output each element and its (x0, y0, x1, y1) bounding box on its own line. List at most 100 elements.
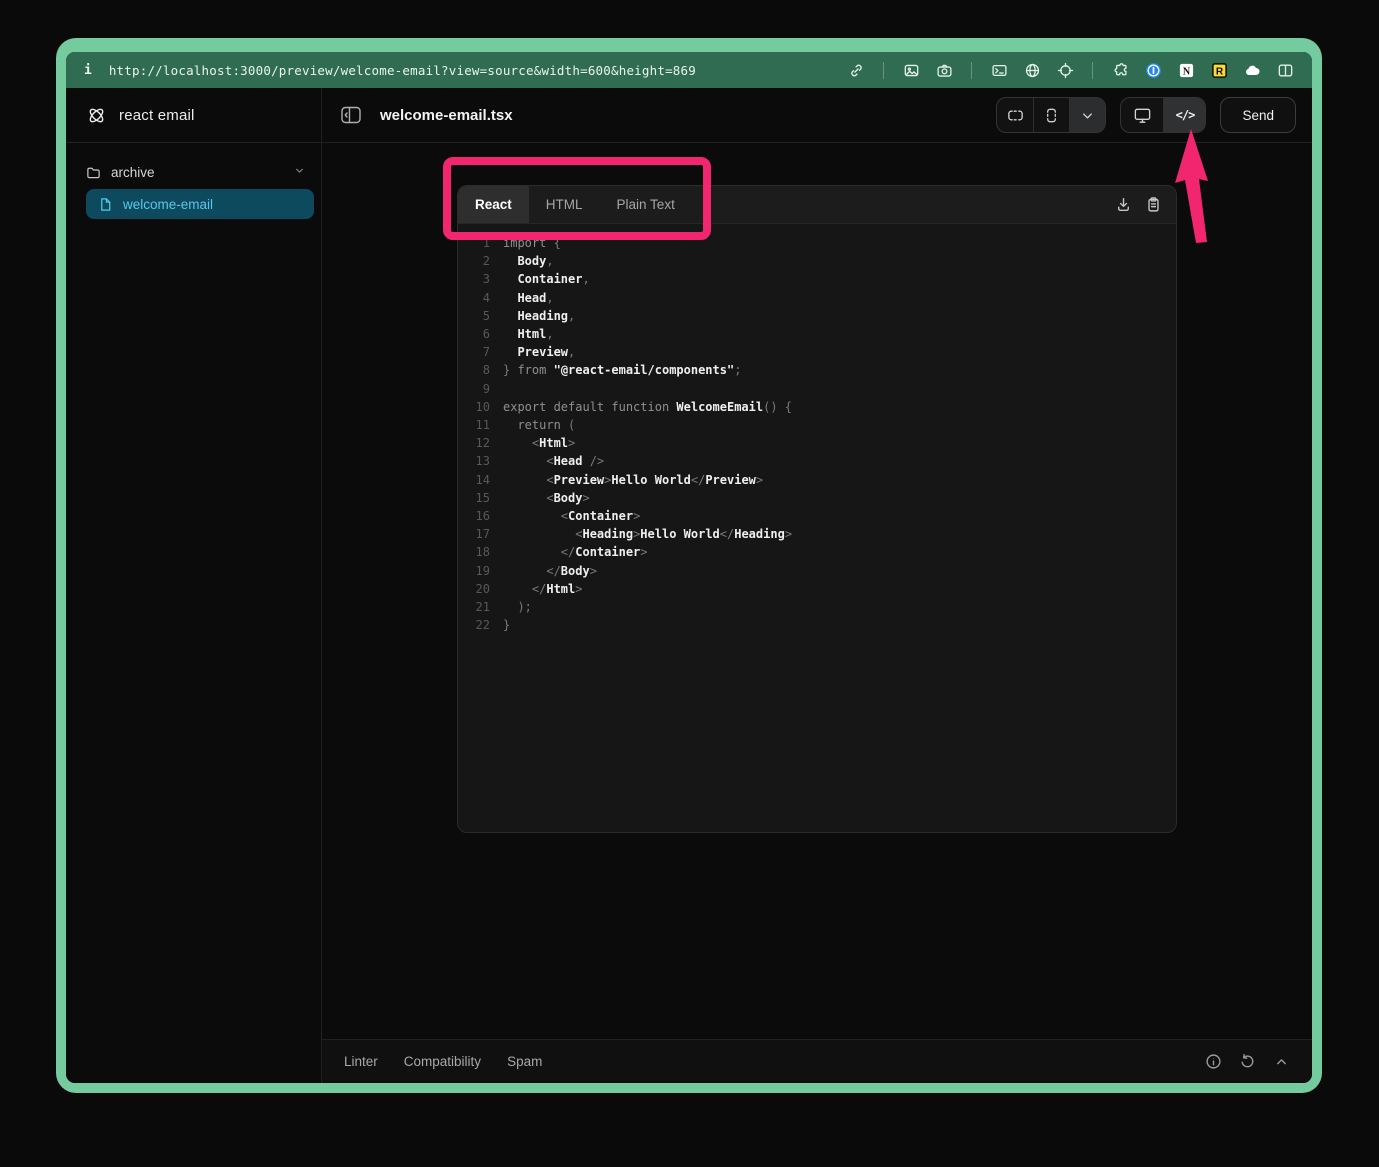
viewport-size-group (996, 97, 1106, 133)
tab-spam[interactable]: Spam (507, 1054, 542, 1069)
code-line: 22} (458, 616, 1176, 634)
send-button[interactable]: Send (1220, 97, 1296, 133)
extensions-icon[interactable] (1111, 61, 1129, 79)
react-email-app: react email archive (66, 88, 1312, 1083)
notion-icon[interactable]: N (1177, 61, 1195, 79)
line-number: 9 (458, 380, 490, 398)
code-line: 15 <Body> (458, 489, 1176, 507)
sidebar-item-welcome-email[interactable]: welcome-email (86, 189, 314, 219)
chevron-down-icon[interactable] (293, 164, 306, 180)
split-view-icon[interactable] (1276, 61, 1294, 79)
document-title: welcome-email.tsx (380, 107, 513, 124)
viewport-size-dropdown[interactable] (1069, 98, 1105, 132)
line-number: 17 (458, 525, 490, 543)
line-number: 5 (458, 307, 490, 325)
tab-compatibility[interactable]: Compatibility (404, 1054, 481, 1069)
code-line: 14 <Preview>Hello World</Preview> (458, 471, 1176, 489)
camera-icon[interactable] (935, 61, 953, 79)
code-line: 2 Body, (458, 252, 1176, 270)
crosshair-icon[interactable] (1056, 61, 1074, 79)
source-view-button[interactable]: </> (1163, 98, 1205, 132)
browser-window: i http://localhost:3000/preview/welcome-… (56, 38, 1322, 1093)
code-line: 19 </Body> (458, 562, 1176, 580)
code-line: 6 Html, (458, 325, 1176, 343)
sidebar-item-label: archive (111, 165, 155, 180)
line-number: 12 (458, 434, 490, 452)
screenshot-root: i http://localhost:3000/preview/welcome-… (0, 0, 1379, 1167)
info-button[interactable] (1205, 1053, 1222, 1070)
main-panel: welcome-email.tsx (322, 88, 1312, 1083)
code-line: 20 </Html> (458, 580, 1176, 598)
tab-linter[interactable]: Linter (344, 1054, 378, 1069)
tab-html[interactable]: HTML (529, 186, 600, 223)
sidebar-item-archive[interactable]: archive (86, 157, 314, 187)
line-number: 10 (458, 398, 490, 416)
line-number: 6 (458, 325, 490, 343)
code-line: 5 Heading, (458, 307, 1176, 325)
code-line: 13 <Head /> (458, 452, 1176, 470)
svg-text:R: R (1215, 66, 1223, 77)
terminal-icon[interactable] (990, 61, 1008, 79)
code-line: 18 </Container> (458, 543, 1176, 561)
viewport-height-button[interactable] (1033, 98, 1069, 132)
code-line: 21 ); (458, 598, 1176, 616)
code-line: 16 <Container> (458, 507, 1176, 525)
code-line: 3 Container, (458, 270, 1176, 288)
toolbar-separator (1092, 62, 1093, 79)
header-controls: </> Send (996, 97, 1296, 133)
code-tabbar: ReactHTMLPlain Text (458, 186, 1176, 224)
sidebar-nav: archive welcome-email (66, 143, 321, 219)
preview-view-button[interactable] (1121, 98, 1163, 132)
site-info-icon[interactable]: i (84, 63, 92, 78)
globe-icon[interactable] (1023, 61, 1041, 79)
code-icon: </> (1176, 108, 1195, 122)
sidebar-item-label: welcome-email (123, 197, 213, 212)
url-text[interactable]: http://localhost:3000/preview/welcome-em… (109, 63, 696, 78)
chevron-down-icon (1078, 106, 1097, 125)
brand[interactable]: react email (66, 88, 321, 143)
line-number: 20 (458, 580, 490, 598)
code-tabs: ReactHTMLPlain Text (458, 186, 692, 223)
code-line: 10export default function WelcomeEmail()… (458, 398, 1176, 416)
sidebar-toggle-button[interactable] (338, 102, 364, 128)
main-header: welcome-email.tsx (322, 88, 1312, 143)
code-line: 12 <Html> (458, 434, 1176, 452)
expand-panel-button[interactable] (1273, 1053, 1290, 1070)
copy-button[interactable] (1145, 196, 1162, 213)
folder-icon (86, 165, 101, 180)
viewport-height-icon (1042, 106, 1061, 125)
code-line: 7 Preview, (458, 343, 1176, 361)
refined-github-icon[interactable]: R (1210, 61, 1228, 79)
cloud-icon[interactable] (1243, 61, 1261, 79)
line-number: 3 (458, 270, 490, 288)
onepassword-icon[interactable] (1144, 61, 1162, 79)
clipboard-icon (1145, 196, 1162, 213)
line-number: 11 (458, 416, 490, 434)
line-number: 18 (458, 543, 490, 561)
info-circle-icon (1205, 1053, 1222, 1070)
code-line: 8} from "@react-email/components"; (458, 361, 1176, 379)
browser-url-bar: i http://localhost:3000/preview/welcome-… (66, 52, 1312, 88)
code-editor[interactable]: 1import {2 Body,3 Container,4 Head,5 Hea… (458, 224, 1176, 832)
code-panel: ReactHTMLPlain Text (457, 185, 1177, 833)
line-number: 8 (458, 361, 490, 379)
code-line: 9 (458, 380, 1176, 398)
brand-label: react email (119, 107, 195, 124)
link-icon[interactable] (847, 61, 865, 79)
line-number: 4 (458, 289, 490, 307)
image-icon[interactable] (902, 61, 920, 79)
browser-toolbar: NR (847, 61, 1294, 79)
code-line: 17 <Heading>Hello World</Heading> (458, 525, 1176, 543)
line-number: 21 (458, 598, 490, 616)
line-number: 13 (458, 452, 490, 470)
viewport-width-button[interactable] (997, 98, 1033, 132)
tab-react[interactable]: React (458, 186, 529, 223)
line-number: 16 (458, 507, 490, 525)
download-button[interactable] (1115, 196, 1132, 213)
line-number: 19 (458, 562, 490, 580)
sidebar-collapse-icon (340, 105, 362, 125)
view-mode-group: </> (1120, 97, 1206, 133)
chevron-up-icon (1273, 1053, 1290, 1070)
tab-plain-text[interactable]: Plain Text (600, 186, 692, 223)
refresh-button[interactable] (1239, 1053, 1256, 1070)
